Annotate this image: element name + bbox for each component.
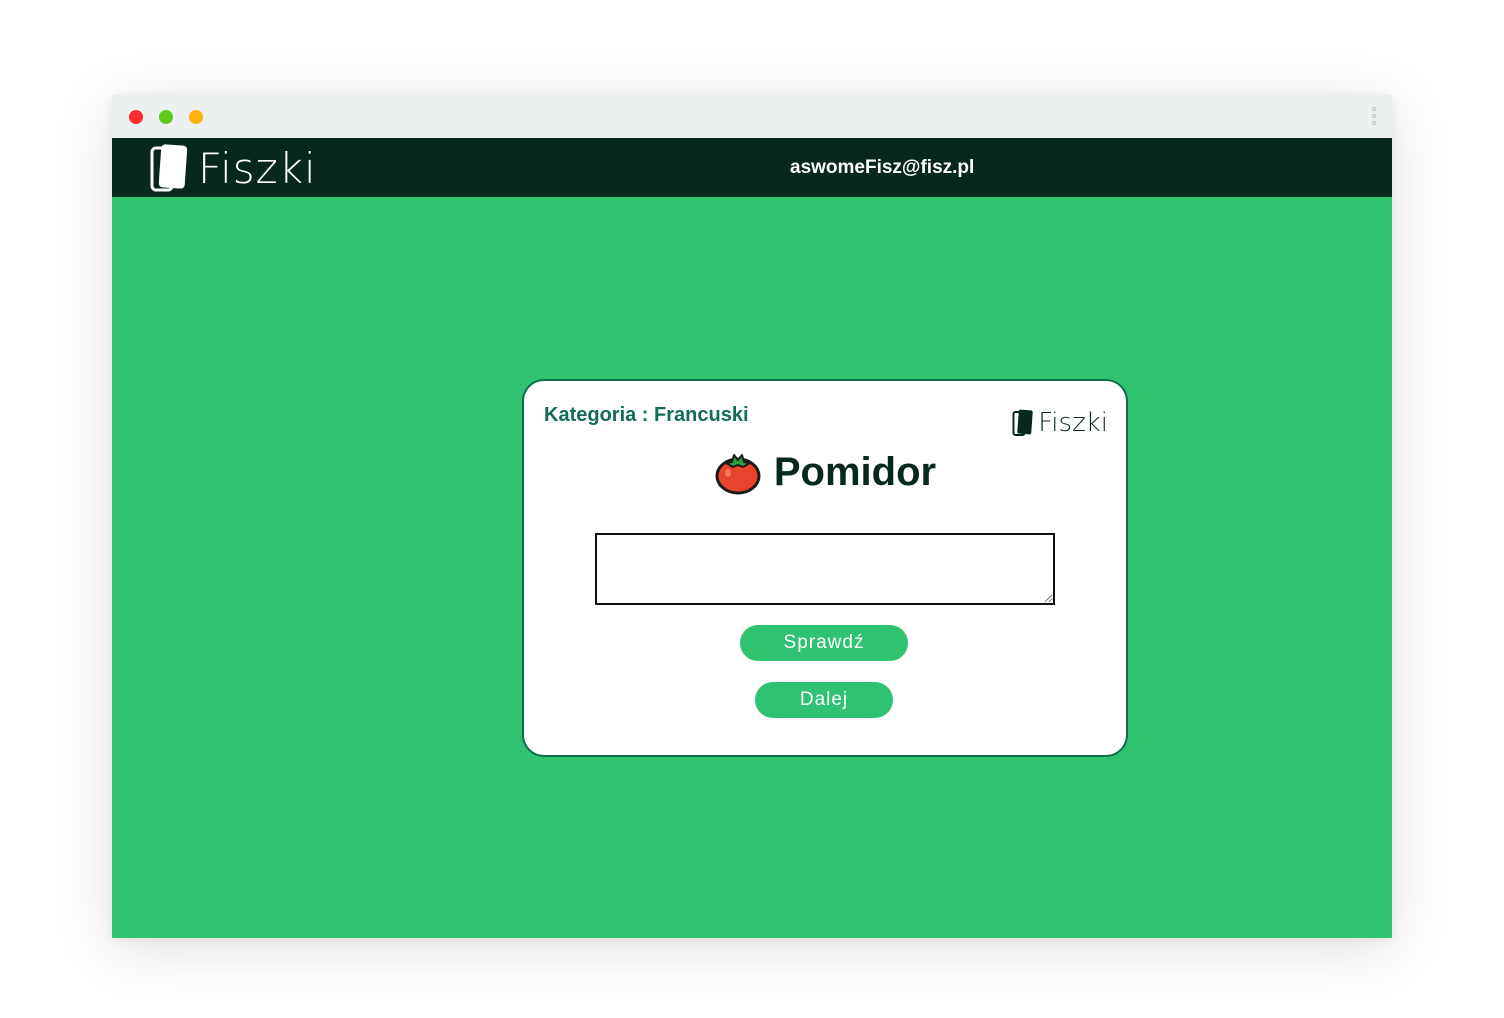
top-navbar: Fiszki aswomeFisz@fisz.pl [112, 138, 1392, 197]
check-button[interactable]: Sprawdź [740, 625, 908, 661]
minimize-window-button[interactable] [159, 110, 173, 124]
user-email: aswomeFisz@fisz.pl [790, 157, 975, 178]
card-logo: Fiszki [1012, 408, 1108, 438]
brand-logo[interactable]: Fiszki [150, 143, 317, 193]
tomato-icon [715, 454, 761, 495]
category-label: Kategoria : Francuski [544, 404, 749, 426]
next-button[interactable]: Dalej [755, 682, 893, 718]
brand-name: Fiszki [198, 143, 317, 193]
flashcard-icon [150, 144, 188, 192]
flashcard-icon [1012, 409, 1033, 436]
answer-input[interactable] [595, 533, 1055, 605]
browser-window: Fiszki aswomeFisz@fisz.pl Kategoria : Fr… [112, 95, 1392, 938]
flashcard: Kategoria : Francuski Fiszki Pomidor Spr… [522, 379, 1128, 757]
word-row: Pomidor [524, 449, 1126, 495]
flashcard-word: Pomidor [773, 449, 937, 494]
window-titlebar [112, 95, 1392, 138]
maximize-window-button[interactable] [189, 110, 203, 124]
card-logo-text: Fiszki [1038, 408, 1108, 438]
close-window-button[interactable] [129, 110, 143, 124]
kebab-menu-icon[interactable] [1370, 105, 1378, 129]
